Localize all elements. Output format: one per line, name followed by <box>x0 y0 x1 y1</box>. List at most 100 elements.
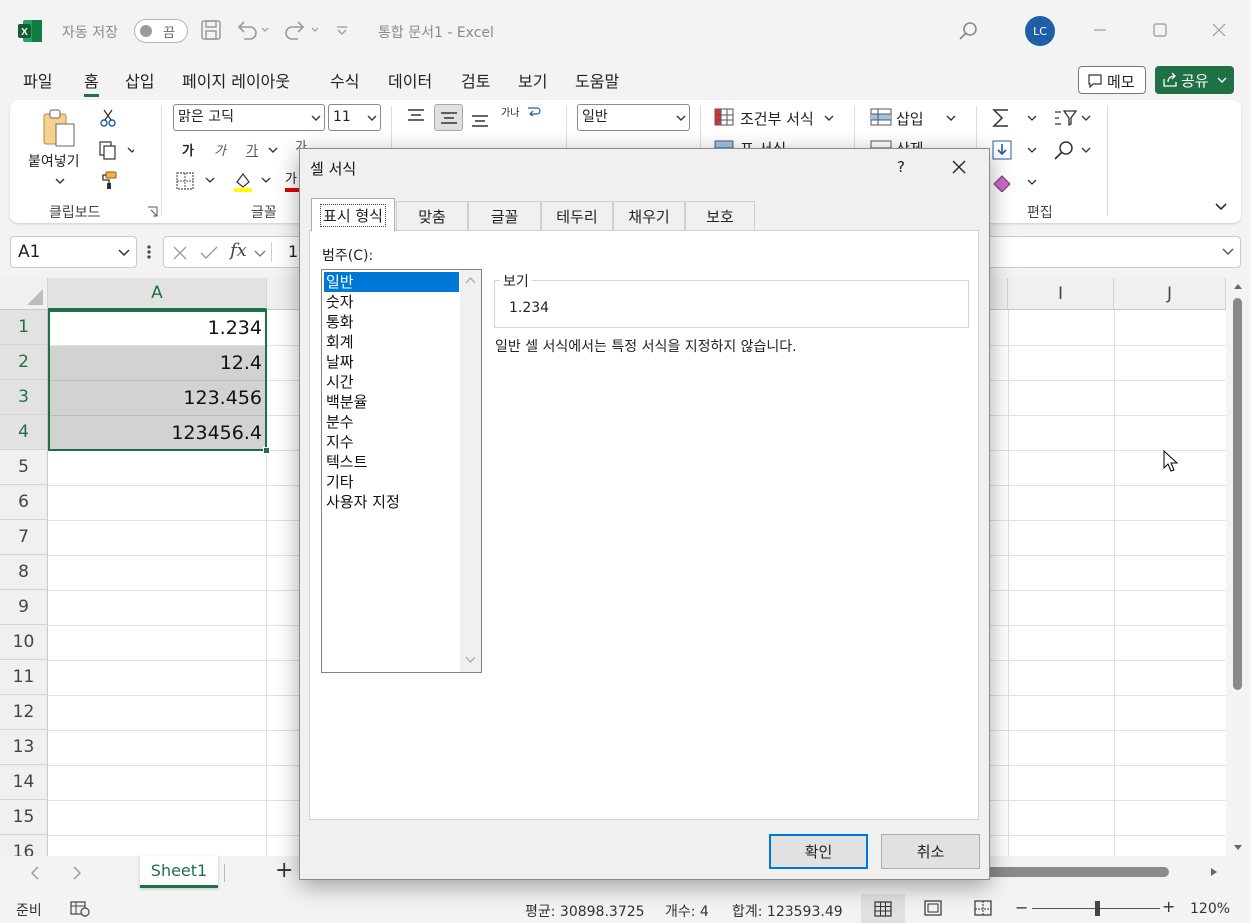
row-header[interactable]: 8 <box>0 555 48 590</box>
menu-data[interactable]: 데이터 <box>388 68 432 92</box>
row-header[interactable]: 10 <box>0 625 48 660</box>
undo-icon[interactable] <box>236 19 270 41</box>
category-list[interactable]: 일반 숫자 통화 회계 날짜 시간 백분율 분수 지수 텍스트 기타 사용자 지… <box>321 269 482 673</box>
underline-dropdown-icon[interactable] <box>268 145 278 155</box>
row-header[interactable]: 11 <box>0 660 48 695</box>
scroll-down-icon[interactable] <box>1233 844 1243 852</box>
prev-sheet-icon[interactable] <box>30 866 40 880</box>
tab-fill[interactable]: 채우기 <box>613 201 685 231</box>
scroll-up-icon[interactable] <box>1233 282 1243 290</box>
menu-review[interactable]: 검토 <box>461 68 490 92</box>
zoom-out-button[interactable]: − <box>1015 898 1028 917</box>
row-header[interactable]: 5 <box>0 450 48 485</box>
category-scrollbar[interactable] <box>460 270 481 672</box>
expand-formula-icon[interactable] <box>1222 247 1234 257</box>
minimize-icon[interactable] <box>1092 22 1108 38</box>
delete-cells-icon[interactable] <box>870 140 892 148</box>
collapse-ribbon-icon[interactable] <box>1214 200 1228 214</box>
zoom-in-button[interactable]: + <box>1162 897 1175 916</box>
add-sheet-button[interactable]: + <box>275 858 293 883</box>
category-item-date[interactable]: 날짜 <box>324 352 459 372</box>
row-header[interactable]: 9 <box>0 590 48 625</box>
chevron-down-icon[interactable] <box>824 113 834 123</box>
column-header-a[interactable]: A <box>48 278 267 310</box>
row-header[interactable]: 7 <box>0 520 48 555</box>
number-format-combo[interactable]: 일반 <box>577 104 690 131</box>
sort-filter-icon[interactable] <box>1052 108 1092 128</box>
row-header[interactable]: 12 <box>0 695 48 730</box>
account-avatar[interactable]: LC <box>1025 16 1055 46</box>
cut-icon[interactable] <box>98 108 118 128</box>
tab-border[interactable]: 테두리 <box>541 201 613 231</box>
autosum-icon[interactable] <box>992 108 1038 128</box>
vertical-scrollbar[interactable] <box>1228 280 1248 856</box>
borders-icon[interactable] <box>176 172 220 190</box>
scroll-up-icon[interactable] <box>465 276 476 284</box>
fill-color-icon[interactable] <box>232 170 276 192</box>
status-sum[interactable]: 합계: 123593.49 <box>732 901 843 921</box>
paste-dropdown-icon[interactable] <box>55 176 65 186</box>
category-item-scientific[interactable]: 지수 <box>324 432 459 452</box>
chevron-down-icon[interactable] <box>118 248 130 258</box>
row-header[interactable]: 13 <box>0 730 48 765</box>
row-header[interactable]: 4 <box>0 415 48 450</box>
autosave-toggle[interactable]: 끔 <box>134 19 188 43</box>
tab-protection[interactable]: 보호 <box>685 201 755 231</box>
close-icon[interactable] <box>1211 22 1227 38</box>
menu-formulas[interactable]: 수식 <box>330 68 359 92</box>
clipboard-launcher-icon[interactable] <box>147 206 158 217</box>
select-all-corner[interactable] <box>0 278 48 310</box>
menu-home[interactable]: 홈 <box>84 68 99 97</box>
format-painter-icon[interactable] <box>98 170 118 190</box>
copy-icon[interactable] <box>98 140 134 160</box>
tab-number[interactable]: 표시 형식 <box>311 198 395 232</box>
search-icon[interactable] <box>957 20 979 42</box>
share-button[interactable]: 공유 <box>1155 66 1234 94</box>
chevron-down-icon[interactable] <box>254 249 266 259</box>
row-header[interactable]: 3 <box>0 380 48 415</box>
category-item-currency[interactable]: 통화 <box>324 312 459 332</box>
menu-page-layout[interactable]: 페이지 레이아웃 <box>182 68 290 92</box>
sheet-tab-sheet1[interactable]: Sheet1 <box>140 856 218 888</box>
menu-help[interactable]: 도움말 <box>575 68 619 92</box>
ok-button[interactable]: 확인 <box>769 834 868 869</box>
format-table-icon[interactable] <box>714 140 734 148</box>
scroll-thumb[interactable] <box>1233 298 1242 690</box>
category-item-fraction[interactable]: 분수 <box>324 412 459 432</box>
align-middle-icon[interactable] <box>434 104 463 131</box>
cell-a4[interactable]: 123456.4 <box>49 416 266 450</box>
row-header[interactable]: 2 <box>0 345 48 380</box>
paste-icon[interactable] <box>40 108 80 148</box>
row-header[interactable]: 6 <box>0 485 48 520</box>
column-header-j[interactable]: J <box>1114 278 1226 310</box>
align-top-icon[interactable] <box>406 108 426 126</box>
category-item-percentage[interactable]: 백분율 <box>324 392 459 412</box>
menu-insert[interactable]: 삽입 <box>125 68 154 92</box>
maximize-icon[interactable] <box>1152 22 1168 38</box>
cell-a2[interactable]: 12.4 <box>49 346 266 380</box>
clear-icon[interactable] <box>992 172 1038 192</box>
category-item-text[interactable]: 텍스트 <box>324 452 459 472</box>
name-box[interactable]: A1 <box>10 236 137 268</box>
horizontal-scroll-thumb[interactable] <box>985 867 1169 877</box>
row-header[interactable]: 14 <box>0 765 48 800</box>
align-bottom-icon[interactable] <box>470 112 490 130</box>
normal-view-icon[interactable] <box>861 894 905 923</box>
cell-a3[interactable]: 123.456 <box>49 381 266 415</box>
next-sheet-icon[interactable] <box>72 866 82 880</box>
category-item-time[interactable]: 시간 <box>324 372 459 392</box>
save-icon[interactable] <box>200 19 222 41</box>
scroll-down-icon[interactable] <box>465 656 476 664</box>
confirm-entry-icon[interactable] <box>200 245 218 261</box>
cancel-entry-icon[interactable] <box>172 245 188 261</box>
page-break-view-icon[interactable] <box>974 900 992 916</box>
chevron-down-icon[interactable] <box>946 113 956 123</box>
more-options-icon[interactable] <box>146 244 152 260</box>
italic-button[interactable]: 가 <box>214 140 226 159</box>
category-item-custom[interactable]: 사용자 지정 <box>324 492 459 512</box>
font-name-combo[interactable]: 맑은 고딕 <box>173 104 325 131</box>
format-table-label[interactable]: 표 서식 <box>740 138 786 148</box>
delete-cells-label[interactable]: 삭제 <box>896 138 924 148</box>
insert-function-icon[interactable]: fx <box>230 240 247 261</box>
comments-button[interactable]: 메모 <box>1078 66 1146 94</box>
